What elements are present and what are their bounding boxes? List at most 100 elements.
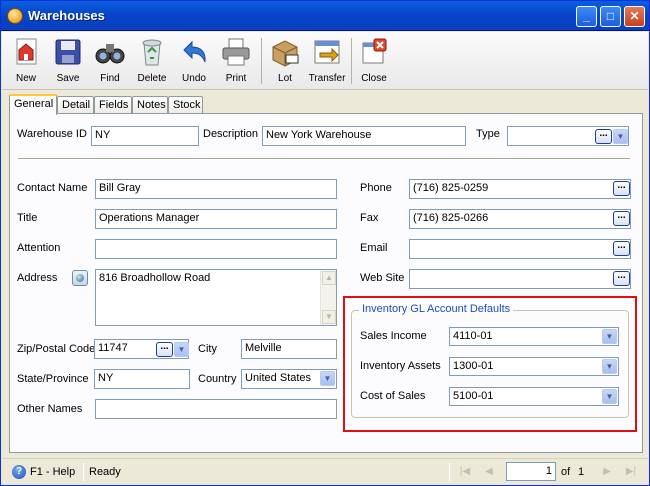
status-bar: ? F1 - Help Ready |◀ ◀ 1 of 1 ▶ ▶| [2, 458, 648, 484]
maximize-button[interactable]: □ [600, 6, 621, 27]
tab-notes[interactable]: Notes [132, 96, 168, 114]
previous-page-icon[interactable]: ◀ [482, 465, 496, 479]
zip-label: Zip/Postal Code [17, 343, 96, 355]
email-input[interactable] [409, 239, 631, 259]
undo-button[interactable]: Undo [173, 34, 215, 88]
help-hint: F1 - Help [30, 466, 76, 478]
sales-income-select[interactable]: 4110-01 ▼ [449, 327, 619, 346]
type-browse-button[interactable]: ... [595, 129, 612, 144]
tab-detail[interactable]: Detail [57, 96, 94, 114]
warehouse-id-input[interactable]: NY [91, 126, 199, 146]
inventory-assets-select[interactable]: 1300-01 ▼ [449, 357, 619, 376]
toolbar-separator [351, 38, 352, 84]
scroll-down-arrow-icon[interactable]: ▼ [322, 310, 336, 324]
country-dropdown-icon[interactable]: ▼ [320, 371, 335, 386]
contact-name-input[interactable]: Bill Gray [95, 179, 337, 199]
email-browse-button[interactable]: ... [613, 241, 630, 256]
last-page-icon[interactable]: ▶| [624, 465, 638, 479]
window-title: Warehouses [28, 8, 105, 23]
page-number-input[interactable]: 1 [506, 462, 556, 481]
scroll-up-arrow-icon[interactable]: ▲ [322, 271, 336, 285]
phone-input[interactable]: (716) 825-0259 [409, 179, 631, 199]
lot-button[interactable]: Lot [264, 34, 306, 88]
tab-stock[interactable]: Stock [168, 96, 203, 114]
map-globe-icon[interactable] [72, 270, 88, 286]
state-input[interactable]: NY [94, 369, 190, 389]
close-window-button[interactable]: ✕ [624, 6, 645, 27]
inventory-assets-dropdown-icon[interactable]: ▼ [602, 359, 617, 374]
website-input[interactable] [409, 269, 631, 289]
close-button[interactable]: Close [353, 34, 395, 88]
find-button[interactable]: Find [89, 34, 131, 88]
type-dropdown-button[interactable]: ▼ [613, 129, 628, 144]
delete-button[interactable]: Delete [131, 34, 173, 88]
transfer-label: Transfer [308, 73, 346, 84]
close-label: Close [361, 73, 387, 84]
tab-fields[interactable]: Fields [94, 96, 132, 114]
lot-box-icon [272, 40, 299, 67]
print-label: Print [225, 73, 247, 84]
warehouse-id-label: Warehouse ID [17, 128, 87, 140]
fax-input[interactable]: (716) 825-0266 [409, 209, 631, 229]
attention-input[interactable] [95, 239, 337, 259]
city-input[interactable]: Melville [241, 339, 337, 359]
sales-income-dropdown-icon[interactable]: ▼ [602, 329, 617, 344]
zip-browse-button[interactable]: ... [156, 342, 173, 357]
new-button[interactable]: New [5, 34, 47, 88]
description-label: Description [203, 128, 259, 140]
phone-label: Phone [360, 182, 392, 194]
type-label: Type [476, 128, 500, 140]
title-label: Title [17, 212, 38, 224]
sales-income-label: Sales Income [360, 330, 427, 342]
address-textarea[interactable]: 816 Broadhollow Road ▲ ▼ [95, 269, 337, 326]
address-text: 816 Broadhollow Road [99, 272, 211, 284]
close-form-icon [362, 38, 387, 64]
toolbar-separator [261, 38, 262, 84]
new-label: New [15, 73, 36, 84]
print-button[interactable]: Print [215, 34, 257, 88]
zip-dropdown-button[interactable]: ▼ [174, 342, 189, 357]
warehouses-window: Warehouses _ □ ✕ New Save Find Delete Un… [0, 0, 650, 486]
binoculars-icon [95, 44, 125, 64]
floppy-disk-icon [55, 39, 81, 65]
general-tab-panel: Warehouse ID NY Description New York War… [9, 113, 643, 453]
address-scrollbar[interactable]: ▲ ▼ [320, 270, 336, 325]
tab-general[interactable]: General [9, 94, 57, 115]
next-page-icon[interactable]: ▶ [600, 465, 614, 479]
contact-name-label: Contact Name [17, 182, 88, 194]
country-select[interactable]: United States ▼ [241, 369, 337, 389]
page-total: 1 [578, 466, 585, 478]
other-names-input[interactable] [95, 399, 337, 419]
fax-label: Fax [360, 212, 379, 224]
cost-of-sales-dropdown-icon[interactable]: ▼ [602, 389, 617, 404]
country-label: Country [198, 373, 237, 385]
website-browse-button[interactable]: ... [613, 271, 630, 286]
cost-of-sales-select[interactable]: 5100-01 ▼ [449, 387, 619, 406]
title-bar[interactable]: Warehouses _ □ ✕ [1, 1, 649, 31]
new-document-icon [16, 38, 37, 65]
save-button[interactable]: Save [47, 34, 89, 88]
save-label: Save [56, 73, 80, 84]
cost-of-sales-value: 5100-01 [453, 390, 494, 402]
transfer-icon [314, 40, 340, 64]
printer-icon [222, 38, 250, 66]
city-label: City [198, 343, 217, 355]
inventory-assets-value: 1300-01 [453, 360, 494, 372]
minimize-button[interactable]: _ [576, 6, 597, 27]
email-label: Email [360, 242, 388, 254]
title-input[interactable]: Operations Manager [95, 209, 337, 229]
inventory-assets-label: Inventory Assets [360, 360, 441, 372]
description-input[interactable]: New York Warehouse [262, 126, 466, 146]
find-label: Find [100, 73, 120, 84]
transfer-button[interactable]: Transfer [306, 34, 348, 88]
cost-of-sales-label: Cost of Sales [360, 390, 426, 402]
first-page-icon[interactable]: |◀ [458, 465, 472, 479]
toolbar: New Save Find Delete Undo Print Lot Tran… [2, 32, 648, 90]
form-divider [18, 158, 630, 160]
undo-label: Undo [182, 73, 206, 84]
lot-label: Lot [278, 73, 292, 84]
phone-browse-button[interactable]: ... [613, 181, 630, 196]
website-label: Web Site [360, 272, 405, 284]
fax-browse-button[interactable]: ... [613, 211, 630, 226]
help-icon[interactable]: ? [12, 465, 26, 479]
